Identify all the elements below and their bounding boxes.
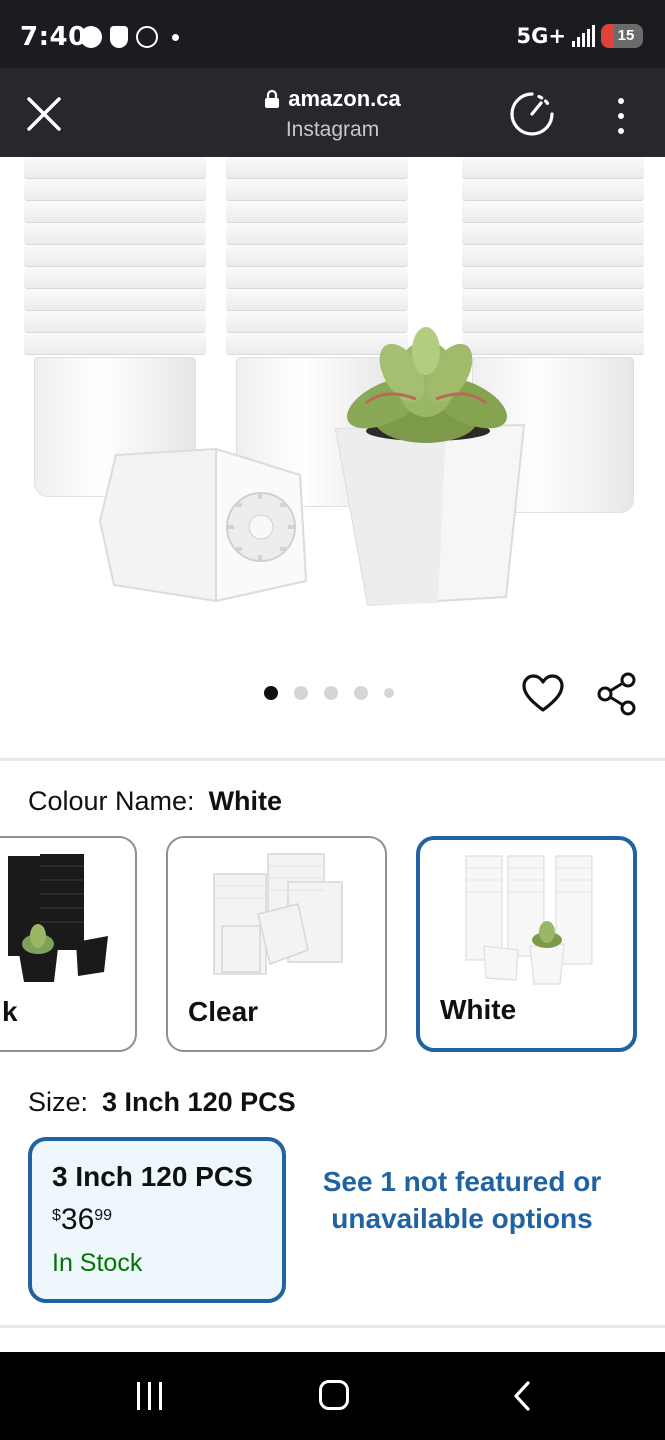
selected-colour-value: White xyxy=(208,786,283,816)
page-speed-button[interactable] xyxy=(508,90,556,138)
black-pots-thumbnail xyxy=(8,854,108,982)
back-button[interactable] xyxy=(508,1380,538,1412)
back-chevron-icon xyxy=(514,1381,530,1411)
url-line: amazon.ca xyxy=(200,86,465,112)
price-whole: 36 xyxy=(60,1203,95,1236)
url-text: amazon.ca xyxy=(288,86,401,111)
white-pots-thumbnail xyxy=(465,855,593,985)
status-system-icons: 5G+ 15 xyxy=(517,24,643,48)
size-option-title: 3 Inch 120 PCS xyxy=(52,1161,253,1192)
address-bar[interactable]: amazon.ca Instagram xyxy=(200,86,465,142)
close-button[interactable] xyxy=(20,90,68,138)
see-unavailable-options-link[interactable]: See 1 not featured or unavailable option… xyxy=(318,1163,606,1237)
product-image[interactable] xyxy=(0,157,665,657)
share-button[interactable] xyxy=(596,672,638,716)
heart-icon xyxy=(522,674,564,712)
colour-option-white[interactable]: White xyxy=(416,836,637,1052)
browser-toolbar: amazon.ca Instagram xyxy=(0,68,665,157)
colour-label: Colour Name: xyxy=(28,786,195,816)
add-to-wishlist-button[interactable] xyxy=(522,674,564,714)
more-options-button[interactable] xyxy=(604,94,638,138)
system-navigation-bar xyxy=(0,1352,665,1440)
recent-apps-icon xyxy=(136,1382,140,1410)
screen: 7:40 5G+ 15 amazon.ca Instagram Colour N… xyxy=(0,0,665,1440)
shield-alert-icon xyxy=(110,26,128,48)
recent-apps-icon xyxy=(158,1382,162,1410)
price-fraction: 99 xyxy=(94,1207,113,1224)
recent-apps-button[interactable] xyxy=(134,1382,164,1410)
fan-icon xyxy=(136,26,158,48)
speedometer-icon xyxy=(510,92,554,136)
colour-option-label: White xyxy=(440,994,517,1025)
in-app-browser-source: Instagram xyxy=(285,118,380,141)
clear-pots-thumbnail xyxy=(213,853,343,975)
network-type: 5G+ xyxy=(516,24,566,48)
succulent-pot-image xyxy=(334,327,526,607)
stock-status: In Stock xyxy=(52,1249,143,1277)
messenger-icon xyxy=(80,26,102,48)
status-notification-icons xyxy=(80,26,179,48)
more-dot-icon xyxy=(618,98,624,104)
price: $ 36 99 xyxy=(52,1203,262,1237)
tipped-pot-image xyxy=(98,447,308,603)
carousel-dot[interactable] xyxy=(264,686,278,700)
size-label: Size: xyxy=(28,1087,89,1117)
share-icon xyxy=(597,672,636,716)
carousel-dot[interactable] xyxy=(384,688,394,698)
price-currency: $ xyxy=(52,1207,61,1224)
colour-option-clear[interactable]: Clear xyxy=(166,836,387,1052)
selected-size-value: 3 Inch 120 PCS xyxy=(102,1087,296,1117)
colour-name-row: Colour Name: White xyxy=(28,786,282,817)
more-dot-icon xyxy=(618,113,624,119)
colour-option-label: k xyxy=(2,996,18,1027)
home-button[interactable] xyxy=(319,1380,349,1410)
carousel-dot[interactable] xyxy=(324,686,338,700)
more-dot-icon xyxy=(618,128,624,134)
status-time: 7:40 xyxy=(20,22,87,52)
section-divider xyxy=(0,758,665,761)
status-bar: 7:40 5G+ 15 xyxy=(0,0,665,68)
carousel-dot[interactable] xyxy=(354,686,368,700)
notification-dot-icon xyxy=(172,33,179,41)
lock-icon xyxy=(265,89,280,108)
signal-icon xyxy=(572,25,595,47)
battery-icon: 15 xyxy=(601,24,643,48)
colour-option-black[interactable]: k xyxy=(0,836,137,1052)
close-icon xyxy=(27,97,61,131)
section-divider xyxy=(0,1325,665,1328)
image-carousel-dots[interactable] xyxy=(264,686,394,700)
size-option-3-inch-120-pcs[interactable]: 3 Inch 120 PCS $ 36 99 In Stock xyxy=(28,1137,286,1303)
battery-level: 15 xyxy=(617,27,635,44)
colour-option-label: Clear xyxy=(188,996,259,1027)
size-row: Size: 3 Inch 120 PCS xyxy=(28,1087,296,1118)
carousel-dot[interactable] xyxy=(294,686,308,700)
recent-apps-icon xyxy=(147,1382,151,1410)
